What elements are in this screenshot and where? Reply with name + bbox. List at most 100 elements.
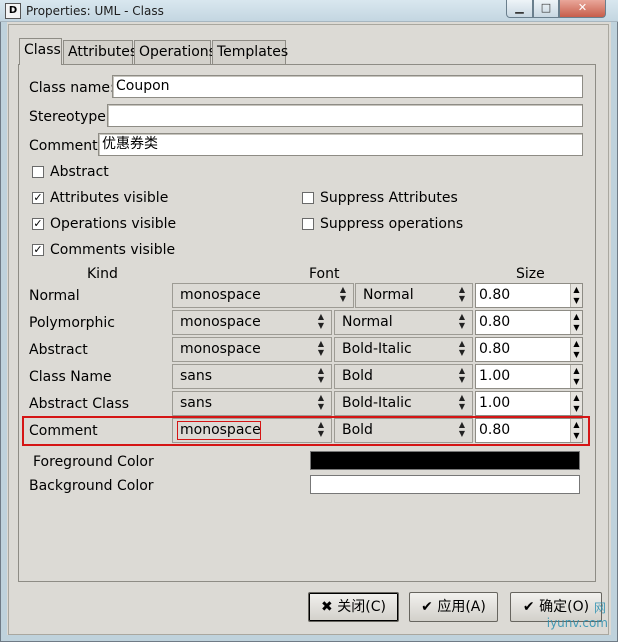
select-arrows-icon: ▲ ▼ [317,420,325,438]
operations-visible-checkbox[interactable]: ✓ [32,218,44,230]
stereotype-input[interactable] [107,104,583,127]
select-arrows-icon: ▲ ▼ [317,366,325,384]
font-size-spinner-polymorphic[interactable]: 0.80 ▲ ▼ [475,310,583,335]
apply-button-label: 应用(A) [437,599,486,615]
font-family-value: monospace [177,421,261,440]
tab-attributes[interactable]: Attributes [63,40,137,64]
font-column-header: Font [309,266,340,282]
spinner-arrows-icon[interactable]: ▲ ▼ [570,338,582,361]
font-style-select-comment[interactable]: Bold ▲ ▼ [334,418,473,443]
attributes-visible-label[interactable]: Attributes visible [50,189,168,207]
font-style-value: Bold-Italic [342,395,412,411]
tab-templates[interactable]: Templates [212,40,288,64]
select-arrows-icon: ▲ ▼ [458,393,466,411]
comment-label: Comment: [29,138,103,154]
checkmark-icon: ✔ [421,599,433,615]
window-title: Properties: UML - Class [26,4,164,18]
select-arrows-icon: ▲ ▼ [317,339,325,357]
kind-label-class-name: Class Name [29,369,112,385]
font-family-select-polymorphic[interactable]: monospace ▲ ▼ [172,310,332,335]
font-family-value: sans [180,368,213,384]
close-button[interactable]: ✖ 关闭(C) [308,592,399,622]
app-icon: D [5,3,21,19]
spinner-arrows-icon[interactable]: ▲ ▼ [570,311,582,334]
kind-column-header: Kind [87,266,118,282]
select-arrows-icon: ▲ ▼ [458,339,466,357]
operations-visible-label[interactable]: Operations visible [50,215,176,233]
tab-class[interactable]: Class [19,38,62,65]
select-arrows-icon: ▲ ▼ [317,393,325,411]
font-style-select-normal[interactable]: Normal ▲ ▼ [355,283,473,308]
suppress-operations-label[interactable]: Suppress operations [320,215,463,233]
window-close-button[interactable]: ✕ [559,0,606,18]
font-size-spinner-comment[interactable]: 0.80 ▲ ▼ [475,418,583,443]
close-icon: ✖ [321,599,333,615]
select-arrows-icon: ▲ ▼ [339,285,347,303]
spinner-arrows-icon[interactable]: ▲ ▼ [570,392,582,415]
foreground-color-label: Foreground Color [33,454,154,470]
font-size-value: 1.00 [479,395,511,411]
select-arrows-icon: ▲ ▼ [458,312,466,330]
font-style-value: Normal [342,314,393,330]
size-column-header: Size [516,266,545,282]
font-style-select-abstract-class[interactable]: Bold-Italic ▲ ▼ [334,391,473,416]
spinner-arrows-icon[interactable]: ▲ ▼ [570,365,582,388]
font-style-select-abstract[interactable]: Bold-Italic ▲ ▼ [334,337,473,362]
comments-visible-checkbox[interactable]: ✓ [32,244,44,256]
font-size-value: 0.80 [479,287,511,303]
font-family-value: monospace [180,341,261,357]
abstract-checkbox[interactable] [32,166,44,178]
abstract-checkbox-label[interactable]: Abstract [50,163,109,181]
font-style-select-polymorphic[interactable]: Normal ▲ ▼ [334,310,473,335]
kind-label-normal: Normal [29,288,80,304]
font-style-value: Bold [342,368,373,384]
font-style-value: Bold [342,422,373,438]
font-size-spinner-abstract[interactable]: 0.80 ▲ ▼ [475,337,583,362]
kind-label-abstract-class: Abstract Class [29,396,130,412]
font-size-spinner-abstract-class[interactable]: 1.00 ▲ ▼ [475,391,583,416]
suppress-operations-checkbox[interactable] [302,218,314,230]
suppress-attributes-checkbox[interactable] [302,192,314,204]
watermark-line-2: iyunv.com [546,616,608,630]
comments-visible-label[interactable]: Comments visible [50,241,175,259]
spinner-arrows-icon[interactable]: ▲ ▼ [570,284,582,307]
tab-operations[interactable]: Operations [134,40,216,64]
comment-input[interactable]: 优惠券类 [98,133,583,156]
font-size-spinner-class-name[interactable]: 1.00 ▲ ▼ [475,364,583,389]
kind-label-comment: Comment [29,423,98,439]
kind-label-polymorphic: Polymorphic [29,315,115,331]
minimize-button[interactable]: ▁ [506,0,533,18]
select-arrows-icon: ▲ ▼ [458,285,466,303]
font-family-select-class-name[interactable]: sans ▲ ▼ [172,364,332,389]
font-family-select-abstract[interactable]: monospace ▲ ▼ [172,337,332,362]
font-size-value: 0.80 [479,422,511,438]
class-name-label: Class name: [29,80,115,96]
font-family-select-abstract-class[interactable]: sans ▲ ▼ [172,391,332,416]
select-arrows-icon: ▲ ▼ [317,312,325,330]
font-style-value: Normal [363,287,414,303]
font-family-value: sans [180,395,213,411]
stereotype-label: Stereotype: [29,109,111,125]
suppress-attributes-label[interactable]: Suppress Attributes [320,189,458,207]
maximize-button[interactable]: □ [533,0,559,18]
font-size-value: 0.80 [479,341,511,357]
spinner-arrows-icon[interactable]: ▲ ▼ [570,419,582,442]
background-color-button[interactable] [310,475,580,494]
foreground-color-button[interactable] [310,451,580,470]
kind-label-abstract: Abstract [29,342,88,358]
apply-button[interactable]: ✔ 应用(A) [409,592,498,622]
select-arrows-icon: ▲ ▼ [458,366,466,384]
font-family-select-normal[interactable]: monospace ▲ ▼ [172,283,354,308]
font-family-value: monospace [180,287,261,303]
font-size-value: 1.00 [479,368,511,384]
select-arrows-icon: ▲ ▼ [458,420,466,438]
class-name-input[interactable]: Coupon [112,75,583,98]
watermark-line-1: 网 [593,601,606,615]
font-family-value: monospace [180,314,261,330]
font-family-select-comment[interactable]: monospace ▲ ▼ [172,418,332,443]
font-style-select-class-name[interactable]: Bold ▲ ▼ [334,364,473,389]
watermark: 网 iyunv.com [514,599,614,635]
font-size-spinner-normal[interactable]: 0.80 ▲ ▼ [475,283,583,308]
background-color-label: Background Color [29,478,154,494]
attributes-visible-checkbox[interactable]: ✓ [32,192,44,204]
